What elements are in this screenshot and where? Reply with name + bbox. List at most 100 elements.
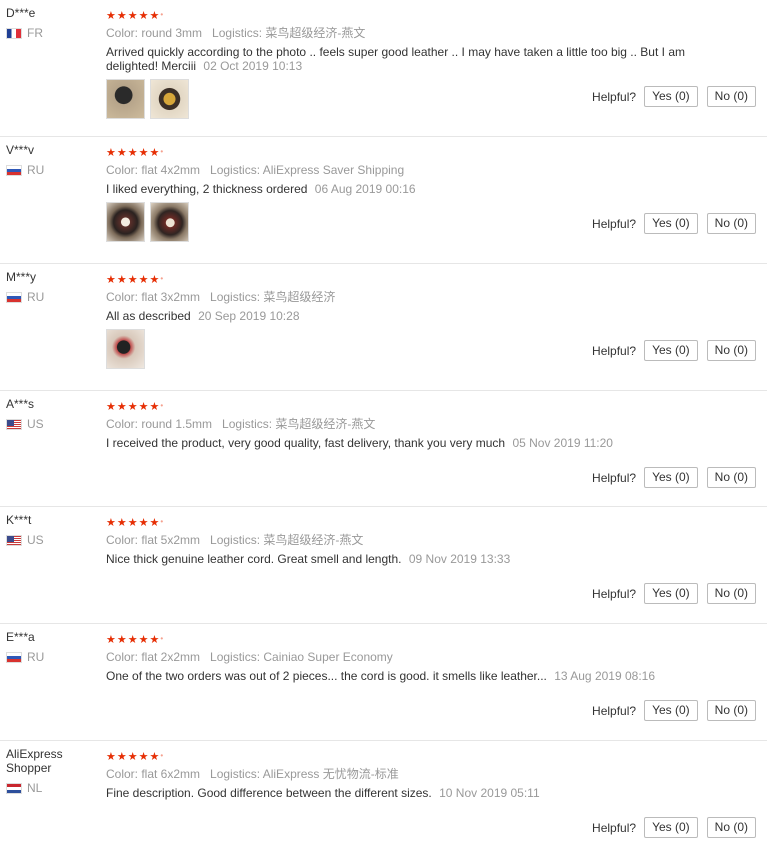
review-content: ★★★★★• Color: flat 2x2mm Logistics: Caini… (106, 632, 686, 683)
star-rating: ★★★★★• (106, 517, 165, 529)
reviewer-info: V***v RU (6, 143, 101, 177)
netherlands-flag-icon (6, 782, 22, 794)
stars-icon: ★★★★★ (106, 147, 161, 159)
reviewer-country: NL (6, 781, 101, 795)
review-content: ★★★★★• Color: round 1.5mm Logistics: 菜鸟超级… (106, 399, 686, 450)
reviewer-name: A***s (6, 397, 35, 411)
logistics-info: Logistics: Cainiao Super Economy (210, 650, 393, 664)
helpful-vote: Helpful? Yes (0) No (0) (592, 583, 756, 604)
star-rating: ★★★★★• (106, 401, 165, 413)
review-text-block: I liked everything, 2 thickness ordered … (106, 182, 686, 196)
logistics-info: Logistics: 菜鸟超级经济-燕文 (222, 417, 376, 431)
review-item: M***y RU ★★★★★• Color: flat 3x2mm Logisti… (0, 264, 767, 391)
country-code: RU (27, 650, 45, 664)
review-date: 09 Nov 2019 13:33 (408, 552, 511, 566)
country-code: FR (27, 26, 43, 40)
review-photo-thumbnail[interactable] (106, 329, 145, 369)
stars-icon: ★★★★★ (106, 10, 161, 22)
review-meta: Color: round 1.5mm Logistics: 菜鸟超级经济-燕文 (106, 417, 686, 431)
helpful-label: Helpful? (592, 470, 637, 485)
reviewer-name: K***t (6, 513, 32, 527)
stars-icon: ★★★★★ (106, 274, 161, 286)
review-content: ★★★★★• Color: flat 6x2mm Logistics: AliEx… (106, 749, 686, 800)
review-date: 06 Aug 2019 00:16 (314, 182, 416, 196)
reviewer-info: M***y RU (6, 270, 101, 304)
review-date: 02 Oct 2019 10:13 (203, 59, 303, 73)
helpful-yes-button[interactable]: Yes (0) (644, 817, 698, 838)
review-item: K***t US ★★★★★• Color: flat 5x2mm Logisti… (0, 507, 767, 624)
reviewer-country: FR (6, 26, 101, 40)
helpful-no-button[interactable]: No (0) (706, 467, 756, 488)
helpful-yes-button[interactable]: Yes (0) (644, 583, 698, 604)
helpful-no-button[interactable]: No (0) (706, 86, 756, 107)
review-date: 20 Sep 2019 10:28 (198, 309, 300, 323)
review-photo-thumbnail[interactable] (150, 79, 189, 119)
reviewer-country: RU (6, 163, 101, 177)
review-meta: Color: flat 6x2mm Logistics: AliExpress 无… (106, 767, 686, 781)
review-content: ★★★★★• Color: flat 5x2mm Logistics: 菜鸟超级经… (106, 515, 686, 566)
country-code: US (27, 533, 44, 547)
helpful-yes-button[interactable]: Yes (0) (644, 700, 698, 721)
helpful-vote: Helpful? Yes (0) No (0) (592, 467, 756, 488)
helpful-no-button[interactable]: No (0) (706, 583, 756, 604)
review-text: Nice thick genuine leather cord. Great s… (106, 552, 402, 566)
reviewer-info: AliExpress Shopper NL (6, 747, 101, 795)
review-text: I liked everything, 2 thickness ordered (106, 182, 308, 196)
country-code: RU (27, 163, 45, 177)
review-date: 13 Aug 2019 08:16 (554, 669, 655, 683)
product-variant: Color: flat 2x2mm (106, 650, 201, 664)
review-text: Fine description. Good difference betwee… (106, 786, 432, 800)
product-variant: Color: round 3mm (106, 26, 203, 40)
reviewer-country: US (6, 417, 101, 431)
star-rating: ★★★★★• (106, 634, 165, 646)
star-rating: ★★★★★• (106, 274, 165, 286)
logistics-info: Logistics: 菜鸟超级经济 (210, 290, 336, 304)
review-item: AliExpress Shopper NL ★★★★★• Color: flat… (0, 741, 767, 853)
review-meta: Color: flat 3x2mm Logistics: 菜鸟超级经济 (106, 290, 686, 304)
review-text-block: Nice thick genuine leather cord. Great s… (106, 552, 686, 566)
product-variant: Color: flat 4x2mm (106, 163, 201, 177)
review-text: Arrived quickly according to the photo .… (106, 45, 685, 73)
helpful-label: Helpful? (592, 820, 637, 835)
product-variant: Color: round 1.5mm (106, 417, 213, 431)
reviewer-info: K***t US (6, 513, 101, 547)
helpful-yes-button[interactable]: Yes (0) (644, 213, 698, 234)
star-rating: ★★★★★• (106, 10, 165, 22)
reviewer-country: RU (6, 290, 101, 304)
helpful-no-button[interactable]: No (0) (706, 817, 756, 838)
review-text: One of the two orders was out of 2 piece… (106, 669, 547, 683)
review-meta: Color: flat 5x2mm Logistics: 菜鸟超级经济-燕文 (106, 533, 686, 547)
usa-flag-icon (6, 418, 22, 430)
review-item: A***s US ★★★★★• Color: round 1.5mm Logist… (0, 391, 767, 507)
reviewer-name: D***e (6, 6, 36, 20)
stars-icon: ★★★★★ (106, 517, 161, 529)
reviewer-info: A***s US (6, 397, 101, 431)
reviewer-info: D***e FR (6, 6, 101, 40)
review-photo-thumbnail[interactable] (106, 79, 145, 119)
helpful-label: Helpful? (592, 89, 637, 104)
review-photo-thumbnail[interactable] (150, 202, 189, 242)
france-flag-icon (6, 27, 22, 39)
reviewer-name: M***y (6, 270, 37, 284)
review-text-block: Fine description. Good difference betwee… (106, 786, 686, 800)
review-photo-thumbnail[interactable] (106, 202, 145, 242)
logistics-info: Logistics: AliExpress Saver Shipping (210, 163, 405, 177)
logistics-info: Logistics: 菜鸟超级经济-燕文 (212, 26, 366, 40)
helpful-label: Helpful? (592, 703, 637, 718)
stars-icon: ★★★★★ (106, 751, 161, 763)
russia-flag-icon (6, 651, 22, 663)
helpful-yes-button[interactable]: Yes (0) (644, 86, 698, 107)
product-variant: Color: flat 3x2mm (106, 290, 201, 304)
russia-flag-icon (6, 291, 22, 303)
reviewer-name: E***a (6, 630, 35, 644)
helpful-yes-button[interactable]: Yes (0) (644, 340, 698, 361)
reviewer-info: E***a RU (6, 630, 101, 664)
stars-icon: ★★★★★ (106, 634, 161, 646)
stars-icon: ★★★★★ (106, 401, 161, 413)
helpful-no-button[interactable]: No (0) (706, 700, 756, 721)
review-text: All as described (106, 309, 191, 323)
helpful-yes-button[interactable]: Yes (0) (644, 467, 698, 488)
helpful-label: Helpful? (592, 586, 637, 601)
helpful-no-button[interactable]: No (0) (706, 213, 756, 234)
helpful-no-button[interactable]: No (0) (706, 340, 756, 361)
